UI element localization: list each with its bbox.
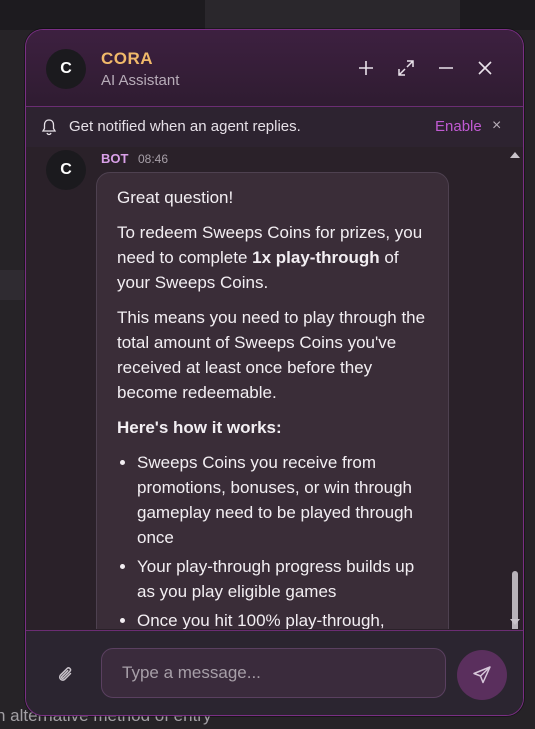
message-bold-text: 1x play-through: [252, 248, 380, 267]
message-composer: [26, 630, 523, 715]
paperclip-icon[interactable]: [56, 665, 76, 685]
send-button[interactable]: [457, 650, 507, 700]
dismiss-notice-icon[interactable]: ×: [492, 117, 501, 135]
message-input[interactable]: [101, 648, 446, 698]
send-icon: [473, 666, 491, 684]
enable-notifications-link[interactable]: Enable: [435, 118, 482, 135]
message-greeting: Great question!: [117, 188, 234, 207]
assistant-role: AI Assistant: [101, 72, 180, 89]
message-paragraph-2: This means you need to play through the …: [117, 308, 426, 402]
list-item: Once you hit 100% play-through,: [137, 608, 428, 629]
bot-message-bubble: Great question! To redeem Sweeps Coins f…: [96, 172, 449, 629]
message-heading: Here's how it works:: [117, 415, 428, 440]
message-time: 08:46: [138, 152, 169, 166]
message-list[interactable]: C BOT 08:46 Great question! To redeem Sw…: [26, 147, 523, 629]
scroll-up-arrow-icon[interactable]: [510, 152, 520, 158]
minimize-button[interactable]: [434, 56, 458, 80]
close-button[interactable]: [473, 56, 497, 80]
chat-widget: C CORA AI Assistant Get notified when an…: [25, 29, 524, 716]
list-item: Sweeps Coins you receive from promotions…: [137, 450, 428, 550]
bullet-list: Sweeps Coins you receive from promotions…: [117, 450, 428, 629]
close-icon: [478, 61, 492, 75]
plus-icon: [359, 61, 373, 75]
notification-text: Get notified when an agent replies.: [69, 118, 301, 135]
new-chat-button[interactable]: [354, 56, 378, 80]
bell-icon: [41, 119, 57, 136]
notification-banner: Get notified when an agent replies. Enab…: [26, 107, 523, 147]
expand-icon: [398, 60, 414, 76]
how-it-works-heading: Here's how it works:: [117, 418, 282, 437]
bot-avatar: C: [46, 150, 86, 190]
expand-button[interactable]: [394, 56, 418, 80]
message-paragraph-1: To redeem Sweeps Coins for prizes, you n…: [117, 220, 428, 295]
list-item: Your play-through progress builds up as …: [137, 554, 428, 604]
assistant-name: CORA: [101, 49, 154, 68]
background-panel: [205, 0, 460, 30]
scroll-down-arrow-icon[interactable]: [510, 619, 520, 625]
chat-header: C CORA AI Assistant: [26, 30, 523, 107]
minimize-icon: [439, 67, 453, 69]
assistant-avatar: C: [46, 49, 86, 89]
message-sender: BOT: [101, 151, 129, 166]
